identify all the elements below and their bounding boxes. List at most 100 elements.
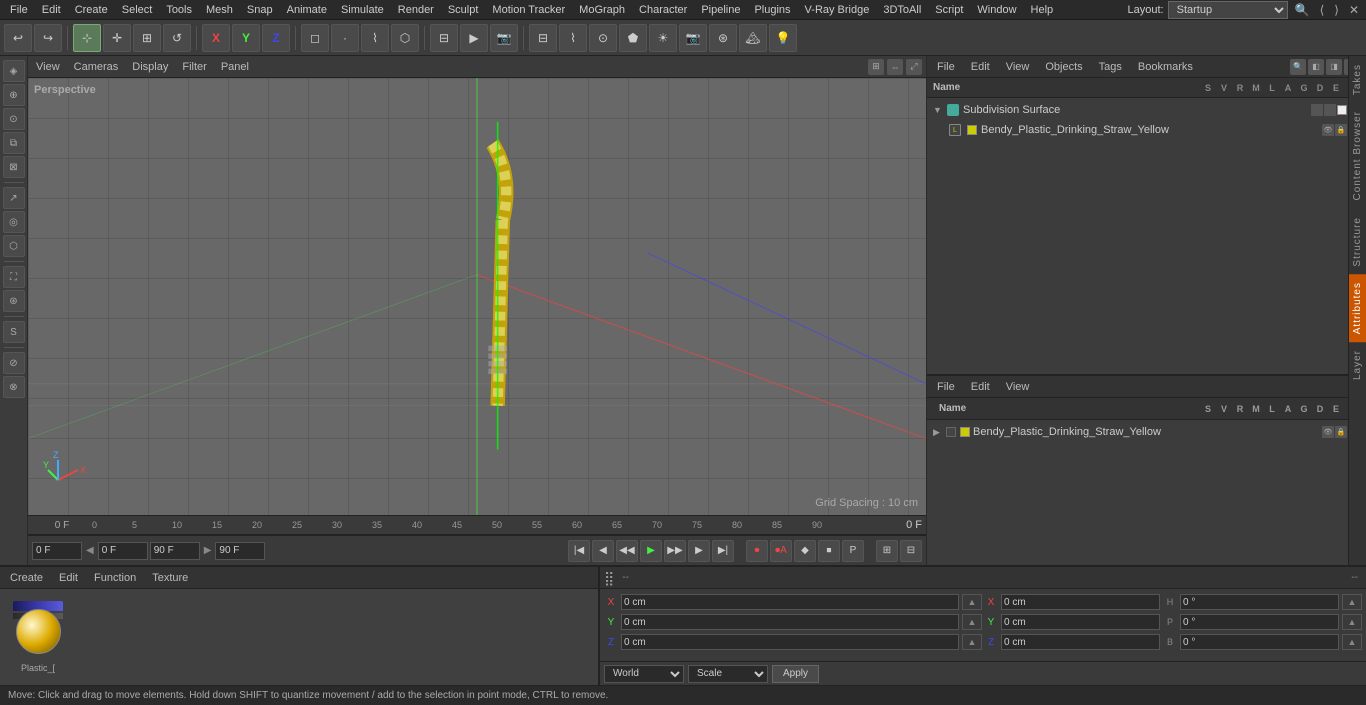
attr-menu-file[interactable]: File	[933, 379, 959, 395]
object-mode-button[interactable]: ◻	[301, 24, 329, 52]
coord-y-field[interactable]	[621, 614, 959, 630]
coord-h-arrow[interactable]: ▲	[1342, 594, 1362, 610]
nurbs-button[interactable]: ⊙	[589, 24, 617, 52]
box-mode-button[interactable]: ⊟	[529, 24, 557, 52]
timeline-numbers[interactable]: 0 5 10 15 20 25 30 35 40 45 50 55 60 65 …	[92, 516, 922, 534]
panel-icon-collapse[interactable]: ⟨	[1317, 3, 1328, 17]
y-axis-button[interactable]: Y	[232, 24, 260, 52]
obj-item-subdivision[interactable]: ▼ Subdivision Surface ✓	[929, 100, 1364, 120]
transport-min-field[interactable]	[98, 542, 148, 560]
coord-x2-field[interactable]	[1001, 594, 1160, 610]
obj-item-straw[interactable]: L Bendy_Plastic_Drinking_Straw_Yellow 👁 …	[929, 120, 1364, 140]
menu-help[interactable]: Help	[1025, 2, 1060, 18]
mat-swatch-container[interactable]: Plastic_[	[8, 601, 68, 673]
left-btn-5[interactable]: ⊠	[3, 156, 25, 178]
render-view-button[interactable]: ▶	[460, 24, 488, 52]
undo-button[interactable]: ↩	[4, 24, 32, 52]
menu-render[interactable]: Render	[392, 2, 440, 18]
menu-tools[interactable]: Tools	[160, 2, 198, 18]
menu-sculpt[interactable]: Sculpt	[442, 2, 485, 18]
viewport-menu-display[interactable]: Display	[128, 59, 172, 75]
obj-straw-eye[interactable]: 👁	[1322, 124, 1334, 136]
attr-expand-icon[interactable]: ▶	[933, 427, 943, 438]
coord-b-arrow[interactable]: ▲	[1342, 634, 1362, 650]
expand-icon[interactable]: ▼	[933, 105, 943, 115]
transport-grid[interactable]: ⊞	[876, 540, 898, 562]
tab-structure[interactable]: Structure	[1349, 209, 1366, 275]
transport-start-field[interactable]	[32, 542, 82, 560]
panel-icon-close[interactable]: ✕	[1346, 3, 1362, 17]
obj-vis-2[interactable]	[1324, 104, 1336, 116]
tab-attributes[interactable]: Attributes	[1349, 274, 1366, 342]
viewport-menu-filter[interactable]: Filter	[178, 59, 210, 75]
x-axis-button[interactable]: X	[202, 24, 230, 52]
select-tool-button[interactable]: ⊹	[73, 24, 101, 52]
attr-menu-edit[interactable]: Edit	[967, 379, 994, 395]
menu-mograph[interactable]: MoGraph	[573, 2, 631, 18]
left-btn-7[interactable]: ◎	[3, 211, 25, 233]
attr-icon-2[interactable]: 🔒	[1335, 426, 1347, 438]
viewport-menu-cameras[interactable]: Cameras	[70, 59, 123, 75]
redo-button[interactable]: ↪	[34, 24, 62, 52]
transport-play[interactable]: ▶	[640, 540, 662, 562]
coord-x-field[interactable]	[621, 594, 959, 610]
coord-z-field[interactable]	[621, 634, 959, 650]
coord-p-arrow[interactable]: ▲	[1342, 614, 1362, 630]
camera-button[interactable]: 📷	[679, 24, 707, 52]
transport-preview[interactable]: ⊟	[900, 540, 922, 562]
move-tool-button[interactable]: ✛	[103, 24, 131, 52]
obj-collapse-icon[interactable]: ◧	[1308, 59, 1324, 75]
menu-file[interactable]: File	[4, 2, 34, 18]
vp-icon-arrows[interactable]: ⇔	[887, 59, 903, 75]
tab-takes[interactable]: Takes	[1349, 56, 1366, 103]
menu-vray[interactable]: V-Ray Bridge	[799, 2, 876, 18]
apply-button[interactable]: Apply	[772, 665, 819, 683]
world-dropdown[interactable]: World	[604, 665, 684, 683]
tab-content-browser[interactable]: Content Browser	[1349, 103, 1366, 208]
spline-button[interactable]: ⌇	[559, 24, 587, 52]
left-btn-1[interactable]: ◈	[3, 60, 25, 82]
z-axis-button[interactable]: Z	[262, 24, 290, 52]
render-picture-button[interactable]: 📷	[490, 24, 518, 52]
viewport-menu-panel[interactable]: Panel	[217, 59, 253, 75]
obj-vis-1[interactable]	[1311, 104, 1323, 116]
left-btn-12[interactable]: ⊘	[3, 352, 25, 374]
mat-menu-function[interactable]: Function	[90, 570, 140, 586]
menu-pipeline[interactable]: Pipeline	[695, 2, 746, 18]
coord-x-arrow[interactable]: ▲	[962, 594, 982, 610]
edge-mode-button[interactable]: ⌇	[361, 24, 389, 52]
render-region-button[interactable]: ⊟	[430, 24, 458, 52]
menu-snap[interactable]: Snap	[241, 2, 279, 18]
transport-play-back[interactable]: ◀◀	[616, 540, 638, 562]
transport-record[interactable]: ⏺	[746, 540, 768, 562]
left-btn-6[interactable]: ↗	[3, 187, 25, 209]
scale-dropdown[interactable]: Scale	[688, 665, 768, 683]
obj-search-icon[interactable]: 🔍	[1290, 59, 1306, 75]
mat-sphere-preview[interactable]	[16, 609, 61, 654]
scene-button[interactable]: 🏔	[739, 24, 767, 52]
track-button[interactable]: ⊛	[709, 24, 737, 52]
transport-to-end[interactable]: ▶|	[712, 540, 734, 562]
menu-plugins[interactable]: Plugins	[748, 2, 796, 18]
transport-stop[interactable]: ⏹	[818, 540, 840, 562]
menu-script[interactable]: Script	[929, 2, 969, 18]
layout-select[interactable]: Startup	[1168, 1, 1288, 19]
attr-menu-view[interactable]: View	[1002, 379, 1034, 395]
obj-expand-icon[interactable]: ◨	[1326, 59, 1342, 75]
light-button[interactable]: ☀	[649, 24, 677, 52]
left-btn-8[interactable]: ⬡	[3, 235, 25, 257]
timeline-bar[interactable]: 0 F 0 5 10 15 20 25 30 35 40 45 50 55 60…	[28, 515, 926, 535]
coord-y2-field[interactable]	[1001, 614, 1160, 630]
left-btn-3[interactable]: ⊙	[3, 108, 25, 130]
panel-icon-search[interactable]: 🔍	[1292, 3, 1313, 17]
coord-z-arrow[interactable]: ▲	[962, 634, 982, 650]
left-btn-11[interactable]: S	[3, 321, 25, 343]
transport-to-start[interactable]: |◀	[568, 540, 590, 562]
coord-y-arrow[interactable]: ▲	[962, 614, 982, 630]
transport-play-forward[interactable]: ▶▶	[664, 540, 686, 562]
poly-mode-button[interactable]: ⬡	[391, 24, 419, 52]
deformer-button[interactable]: ⬟	[619, 24, 647, 52]
transport-motion[interactable]: P	[842, 540, 864, 562]
menu-character[interactable]: Character	[633, 2, 693, 18]
attr-icon-1[interactable]: 👁	[1322, 426, 1334, 438]
